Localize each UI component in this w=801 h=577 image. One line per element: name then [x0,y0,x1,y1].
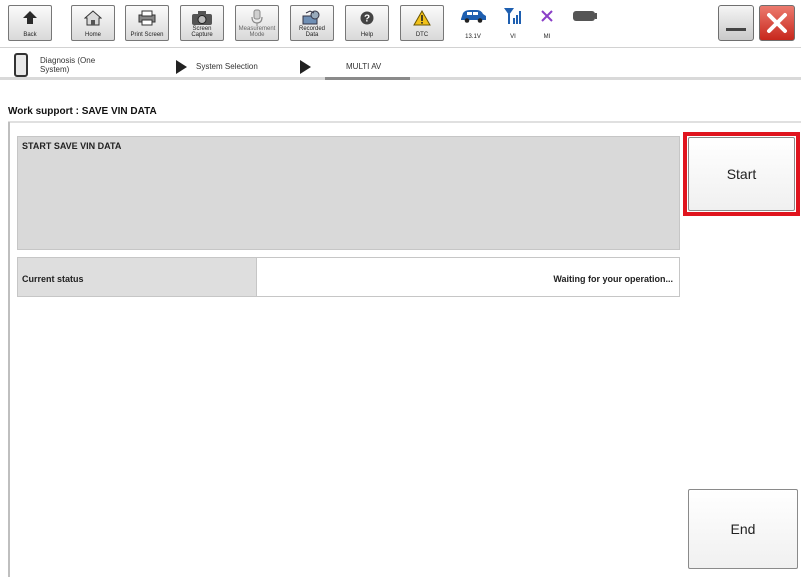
mi-status: MI [530,3,564,43]
breadcrumb: Diagnosis (One System) System Selection … [0,47,801,102]
warning-icon [401,9,443,27]
diagnosis-device-icon [14,53,28,77]
measurement-icon [236,9,278,27]
svg-text:?: ? [364,14,370,25]
close-button[interactable] [759,5,795,41]
breadcrumb-item-diagnosis[interactable]: Diagnosis (One System) [40,56,110,74]
page-title: Work support : SAVE VIN DATA [8,106,157,117]
home-button[interactable]: Home [71,5,115,41]
signal-icon [496,5,530,27]
minimize-button[interactable] [718,5,754,41]
status-row: Current status Waiting for your operatio… [17,257,680,297]
vehicle-battery-status: 13.1V [456,3,490,43]
help-button[interactable]: ? Help [345,5,389,41]
back-arrow-icon [9,9,51,27]
chevron-right-icon [300,60,311,74]
left-border [8,122,10,577]
end-button[interactable]: End [688,489,798,569]
recorded-data-icon [291,9,333,27]
breadcrumb-item-system-selection[interactable]: System Selection [196,62,258,71]
title-divider [8,121,801,123]
back-button[interactable]: Back [8,5,52,41]
close-icon [767,13,787,33]
vi-status: VI [496,3,530,43]
panel-label: START SAVE VIN DATA [22,141,122,151]
measurement-mode-button[interactable]: Measurement Mode [235,5,279,41]
dtc-button[interactable]: DTC [400,5,444,41]
battery-icon [568,5,602,27]
screen-capture-button[interactable]: Screen Capture [180,5,224,41]
car-icon [456,5,490,27]
disconnected-icon [530,5,564,27]
status-label-cell: Current status [18,258,257,296]
breadcrumb-active-indicator [325,77,410,80]
help-icon: ? [346,9,388,27]
start-button[interactable]: Start [688,137,795,211]
toolbar: Back Home Print Screen Screen Capture Me… [0,0,801,46]
recorded-data-button[interactable]: Recorded Data [290,5,334,41]
message-panel: START SAVE VIN DATA [17,136,680,250]
status-label: Current status [22,274,84,284]
minimize-icon [726,28,746,31]
connector-status [568,3,602,43]
status-value: Waiting for your operation... [553,274,673,284]
home-icon [72,9,114,27]
printer-icon [126,9,168,27]
breadcrumb-item-multi-av: MULTI AV [346,62,382,71]
chevron-right-icon [176,60,187,74]
print-screen-button[interactable]: Print Screen [125,5,169,41]
camera-icon [181,9,223,27]
